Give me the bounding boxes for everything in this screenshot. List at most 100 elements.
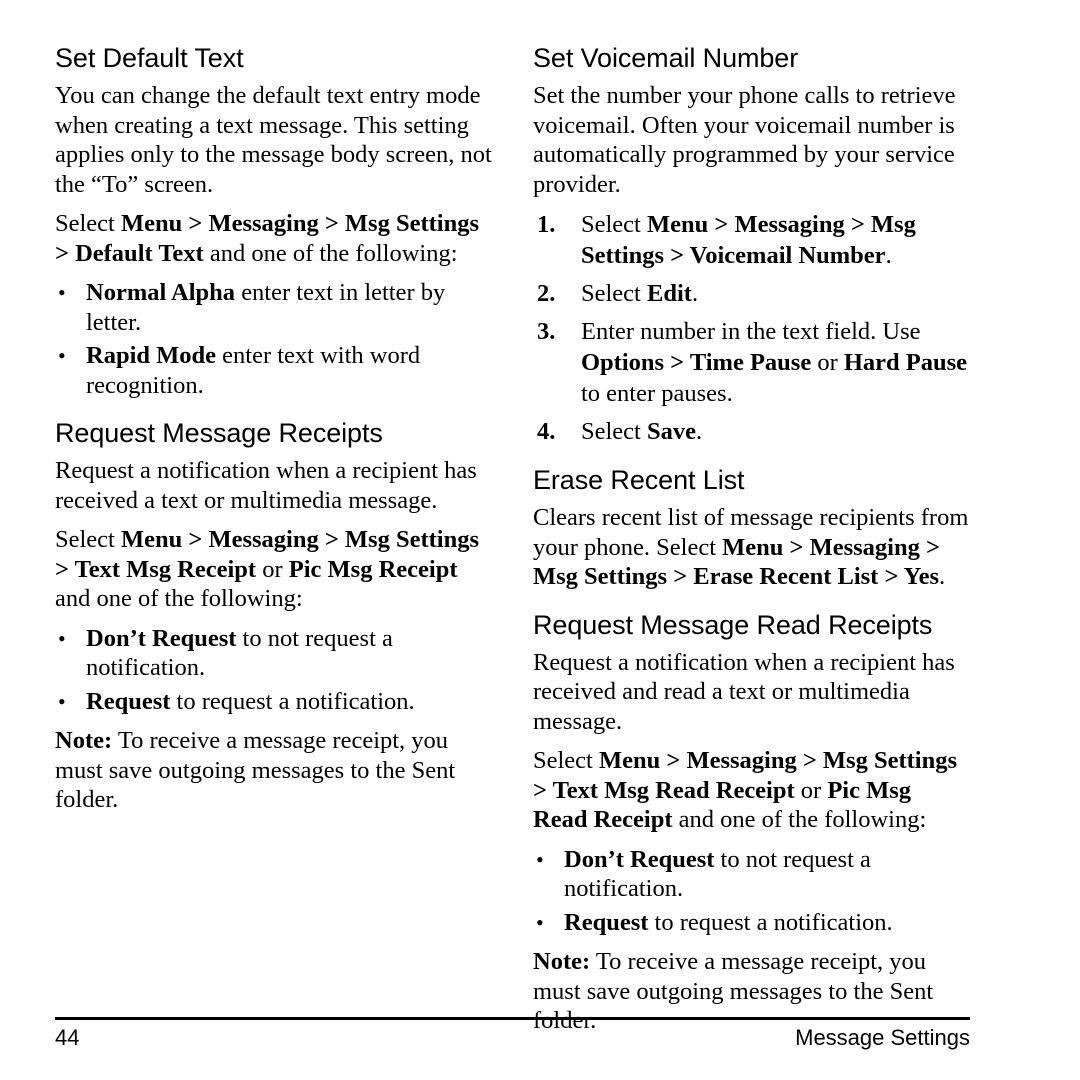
step-number: 2. [537,280,556,307]
content-block: Erase Recent List Clears recent list of m… [533,464,970,592]
plain-text: Request a notification when a recipient … [533,648,955,735]
plain-text: Select [533,747,599,774]
bullet-list: • Don’t Request to not request a notifica… [533,845,970,938]
step-item: 3. Enter number in the text field. Use Op… [533,316,970,409]
plain-text: Select [55,526,121,553]
running-head: Message Settings [795,1025,970,1050]
bullet-icon: • [58,688,66,714]
left-column: Set Default Text You can change the defau… [55,42,492,815]
step-item: 4. Select Save. [533,416,970,447]
emphasis-text: Save [647,418,696,445]
manual-page: Set Default Text You can change the defau… [0,0,1080,1080]
emphasis-text: Request [564,908,649,936]
emphasis-text: Pic Msg Receipt [288,555,458,583]
bullet-item: • Rapid Mode enter text with word recogni… [55,341,492,400]
step-text: Select Save. [581,418,702,445]
content-block: Request Message Read Receipts Request a n… [533,609,970,1036]
plain-text: . [696,418,703,445]
plain-text: You can change the default text entry mo… [55,82,492,198]
numbered-step-list: 1. Select Menu > Messaging > Msg Settings… [533,209,970,447]
bullet-item: • Don’t Request to not request a notifica… [533,845,970,904]
bullet-icon: • [536,909,544,935]
step-number: 1. [537,211,556,238]
right-column: Set Voicemail Number Set the number your … [533,42,970,1036]
bullet-text: Rapid Mode enter text with word recognit… [86,342,420,399]
emphasis-text: Options > Time Pause [581,349,812,376]
bullet-item: • Don’t Request to not request a notifica… [55,624,492,683]
plain-text: Select [581,418,647,445]
body-paragraph: You can change the default text entry mo… [55,81,492,199]
plain-text: Request a notification when a recipient … [55,457,477,514]
plain-text: and one of the following: [55,585,303,612]
bullet-icon: • [536,846,544,872]
bullet-text: Don’t Request to not request a notificat… [564,846,871,903]
bullet-icon: • [58,280,66,305]
plain-text: . [885,242,892,269]
emphasis-text: Don’t Request [86,624,237,652]
plain-text: Select [55,210,121,237]
section-heading: Erase Recent List [533,465,745,495]
bullet-text: Request to request a notification. [86,688,415,715]
plain-text: . [939,563,946,590]
plain-text: Set the number your phone calls to retri… [533,82,956,198]
section-heading: Request Message Receipts [55,418,383,448]
body-paragraph: Request a notification when a recipient … [55,456,492,515]
emphasis-text: Note: [55,727,113,754]
footer-row: 44 Message Settings [55,1024,970,1052]
plain-text: to request a notification. [648,908,893,936]
plain-text: Select [581,211,647,238]
plain-text: Enter number in the text field. Use [581,318,921,345]
emphasis-text: Request [86,687,171,715]
bullet-icon: • [58,625,66,651]
bullet-list: • Don’t Request to not request a notifica… [55,624,492,717]
emphasis-text: Hard Pause [843,349,968,376]
plain-text: or [811,349,844,376]
page-footer: 44 Message Settings [55,1017,970,1052]
bullet-text: Don’t Request to not request a notificat… [86,625,393,682]
body-paragraph: Select Menu > Messaging > Msg Settings >… [55,525,492,614]
section-heading: Request Message Read Receipts [533,609,933,640]
bullet-item: • Normal Alpha enter text in letter by le… [55,278,492,337]
plain-text: . [691,280,699,307]
body-paragraph: Request a notification when a recipient … [533,648,970,737]
bullet-text: Request to request a notification. [564,909,893,936]
plain-text: and one of the following: [203,239,458,267]
emphasis-text: Normal Alpha [86,279,236,306]
two-column-body: Set Default Text You can change the defau… [55,42,970,1034]
emphasis-text: Edit [647,280,692,307]
body-paragraph: Select Menu > Messaging > Msg Settings >… [533,746,970,835]
step-item: 1. Select Menu > Messaging > Msg Settings… [533,209,970,271]
body-paragraph: Select Menu > Messaging > Msg Settings >… [55,209,492,268]
body-paragraph: Set the number your phone calls to retri… [533,81,970,199]
step-item: 2. Select Edit. [533,278,970,309]
bullet-item: • Request to request a notification. [533,908,970,938]
step-text: Select Menu > Messaging > Msg Settings >… [581,211,916,269]
content-block: Set Voicemail Number Set the number your … [533,42,970,447]
plain-text: to enter pauses. [581,380,733,407]
step-text: Enter number in the text field. Use Opti… [581,318,967,407]
body-paragraph: Clears recent list of message recipients… [533,503,970,592]
plain-text: or [794,776,828,804]
content-block: Request Message Receipts Request a notifi… [55,417,492,815]
bullet-text: Normal Alpha enter text in letter by let… [86,279,445,336]
emphasis-text: Rapid Mode [86,342,217,369]
content-block: Set Default Text You can change the defau… [55,42,492,400]
plain-text: and one of the following: [672,806,927,833]
bullet-item: • Request to request a notification. [55,687,492,717]
step-number: 3. [537,318,556,345]
emphasis-text: Don’t Request [564,845,715,873]
step-text: Select Edit. [581,280,698,307]
bullet-icon: • [58,343,66,368]
footer-divider [55,1017,970,1020]
step-number: 4. [537,418,556,445]
emphasis-text: Note: [533,948,591,975]
note-paragraph: Note: To receive a message receipt, you … [55,726,492,815]
page-number: 44 [55,1025,80,1050]
plain-text: to request a notification. [170,687,415,715]
section-heading: Set Voicemail Number [533,43,799,73]
plain-text: or [256,555,289,583]
plain-text: To receive a message receipt, you must s… [55,727,456,813]
bullet-list: • Normal Alpha enter text in letter by le… [55,278,492,400]
section-heading: Set Default Text [55,43,244,73]
plain-text: Select [581,280,647,307]
